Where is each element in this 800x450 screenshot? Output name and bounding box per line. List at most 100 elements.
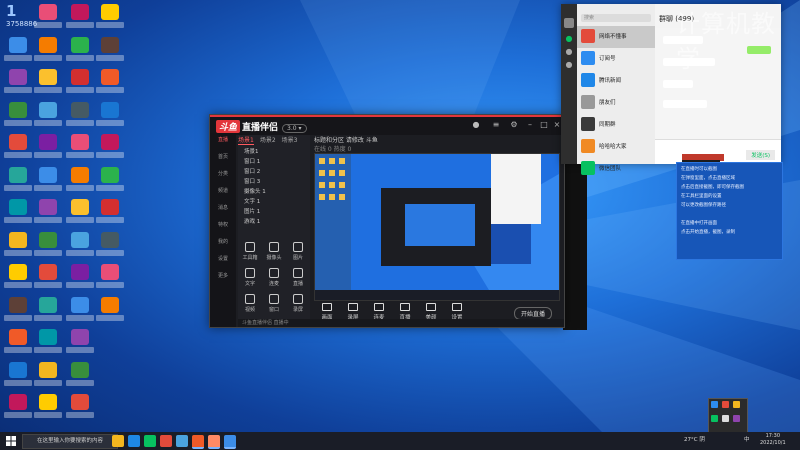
windows-start-icon[interactable] — [6, 436, 16, 446]
desktop-shortcut-icon[interactable] — [66, 394, 94, 424]
weather-text[interactable]: 27°C 阴 — [684, 435, 705, 443]
desktop-shortcut-icon[interactable] — [4, 296, 32, 327]
scene-source-item[interactable]: 游戏 1 — [238, 217, 310, 227]
settings-icon[interactable]: ⚙ — [510, 121, 518, 129]
add-source-button[interactable]: 连麦 — [263, 266, 285, 290]
sidebar-nav-item[interactable]: 我的 — [212, 238, 234, 252]
desktop-shortcut-icon[interactable] — [34, 134, 62, 164]
desktop-shortcut-icon[interactable] — [34, 264, 62, 294]
avatar-icon[interactable]: ● — [472, 121, 480, 129]
desktop-shortcut-icon[interactable] — [66, 231, 94, 262]
add-source-button[interactable]: 录屏 — [287, 292, 309, 316]
app-titlebar[interactable]: 斗鱼 直播伴侣 3.0 ▾ ● ≡ ⚙ – □ × — [210, 115, 564, 135]
desktop-shortcut-icon[interactable] — [66, 4, 94, 34]
desktop-shortcut-icon[interactable] — [34, 231, 62, 262]
minimize-icon[interactable]: – — [526, 121, 534, 129]
desktop-shortcut-icon[interactable] — [34, 296, 62, 327]
conversation-item[interactable]: 微信团队 — [577, 158, 655, 180]
desktop-shortcut-icon[interactable] — [96, 101, 124, 132]
taskbar-app-icon[interactable] — [176, 435, 188, 447]
desktop-shortcut-icon[interactable] — [4, 166, 32, 197]
stream-title[interactable]: 标题和分区 请修改 斗鱼 — [314, 135, 560, 144]
desktop-shortcut-icon[interactable] — [34, 166, 62, 197]
desktop-shortcut-icon[interactable] — [66, 134, 94, 164]
desktop-shortcut-icon[interactable] — [4, 361, 32, 392]
add-source-button[interactable]: 摄像头 — [263, 240, 285, 264]
desktop-shortcut-icon[interactable] — [96, 36, 124, 67]
desktop-shortcut-icon[interactable] — [96, 134, 124, 164]
maximize-icon[interactable]: □ — [540, 121, 548, 129]
desktop-shortcut-icon[interactable] — [66, 166, 94, 197]
add-source-button[interactable]: 工具箱 — [239, 240, 261, 264]
desktop-shortcut-icon[interactable] — [4, 69, 32, 99]
add-source-button[interactable]: 图片 — [287, 240, 309, 264]
add-source-button[interactable]: 文字 — [239, 266, 261, 290]
desktop-shortcut-icon[interactable] — [4, 36, 32, 67]
tray-app-icon[interactable] — [733, 415, 740, 422]
sidebar-nav-item[interactable]: 首页 — [212, 153, 234, 167]
chat-search-input[interactable]: 搜索 — [581, 14, 651, 22]
desktop-shortcut-icon[interactable] — [34, 329, 62, 359]
desktop-shortcut-icon[interactable] — [4, 134, 32, 164]
version-tag[interactable]: 3.0 ▾ — [282, 124, 307, 133]
tray-app-icon[interactable] — [722, 415, 729, 422]
desktop-shortcut-icon[interactable] — [96, 69, 124, 99]
taskbar-app-icon[interactable] — [144, 435, 156, 447]
desktop-shortcut-icon[interactable] — [96, 296, 124, 327]
chat-tab-icon[interactable]: ● — [561, 34, 577, 43]
stream-preview[interactable] — [314, 153, 560, 301]
desktop-shortcut-icon[interactable] — [4, 199, 32, 229]
conversation-item[interactable]: 哈哈哈大家 — [577, 136, 655, 158]
add-source-button[interactable]: 窗口 — [263, 292, 285, 316]
conversation-item[interactable]: 网络不懂事 — [577, 26, 655, 48]
close-icon[interactable]: × — [553, 121, 561, 129]
taskbar-app-icon[interactable] — [192, 435, 204, 449]
desktop-shortcut-icon[interactable] — [4, 231, 32, 262]
conversation-item[interactable]: 同期群 — [577, 114, 655, 136]
live-stream-app-window[interactable]: 斗鱼 直播伴侣 3.0 ▾ ● ≡ ⚙ – □ × 直播 首页 分类 频道 消息 特权 我的 设置… — [209, 114, 565, 328]
desktop-shortcut-icon[interactable] — [66, 296, 94, 327]
favorites-icon[interactable]: ● — [561, 60, 577, 69]
conversation-item[interactable]: 订阅号 — [577, 48, 655, 70]
desktop-shortcut-icon[interactable] — [4, 329, 32, 359]
tray-app-icon[interactable] — [711, 415, 718, 422]
desktop-shortcut-icon[interactable] — [34, 36, 62, 67]
desktop-shortcut-icon[interactable] — [66, 36, 94, 67]
desktop-shortcut-icon[interactable] — [34, 394, 62, 424]
scene-source-item[interactable]: 窗口 3 — [238, 177, 310, 187]
desktop-shortcut-icon[interactable] — [34, 361, 62, 392]
taskbar-search-input[interactable]: 在这里输入你要搜索的内容 — [22, 434, 118, 449]
desktop-shortcut-icon[interactable] — [4, 264, 32, 294]
ime-indicator[interactable]: 中 — [744, 435, 750, 443]
desktop-shortcut-icon[interactable] — [66, 329, 94, 359]
sidebar-nav-item[interactable]: 消息 — [212, 204, 234, 218]
taskbar-app-icon[interactable] — [112, 435, 124, 447]
tray-app-icon[interactable] — [733, 401, 740, 408]
desktop-shortcut-icon[interactable] — [34, 199, 62, 229]
desktop-shortcut-icon[interactable] — [4, 394, 32, 424]
scene-source-item[interactable]: 窗口 1 — [238, 157, 310, 167]
sidebar-nav-item[interactable]: 直播 — [212, 136, 234, 150]
desktop-shortcut-icon[interactable] — [4, 101, 32, 132]
contacts-icon[interactable]: ● — [561, 47, 577, 56]
sidebar-nav-item[interactable]: 频道 — [212, 187, 234, 201]
desktop-shortcut-icon[interactable] — [34, 101, 62, 132]
sidebar-nav-item[interactable]: 特权 — [212, 221, 234, 235]
sidebar-nav-item[interactable]: 分类 — [212, 170, 234, 184]
desktop-shortcut-icon[interactable] — [66, 69, 94, 99]
desktop-shortcut-icon[interactable] — [34, 4, 62, 34]
desktop-shortcut-icon[interactable] — [96, 199, 124, 229]
send-button[interactable]: 发送(S) — [746, 150, 775, 160]
desktop-shortcut-icon[interactable] — [96, 4, 124, 34]
taskbar-app-icon[interactable] — [224, 435, 236, 449]
tray-app-icon[interactable] — [722, 401, 729, 408]
conversation-item[interactable]: 朋友们 — [577, 92, 655, 114]
menu-icon[interactable]: ≡ — [492, 121, 500, 129]
conversation-item[interactable]: 腾讯新闻 — [577, 70, 655, 92]
clock[interactable]: 17:30 2022/10/1 — [760, 433, 786, 447]
desktop-shortcut-icon[interactable] — [66, 264, 94, 294]
scene-source-item[interactable]: 摄像头 1 — [238, 187, 310, 197]
desktop-shortcut-icon[interactable] — [66, 361, 94, 392]
tray-app-icon[interactable] — [711, 401, 718, 408]
scene-source-item[interactable]: 窗口 2 — [238, 167, 310, 177]
